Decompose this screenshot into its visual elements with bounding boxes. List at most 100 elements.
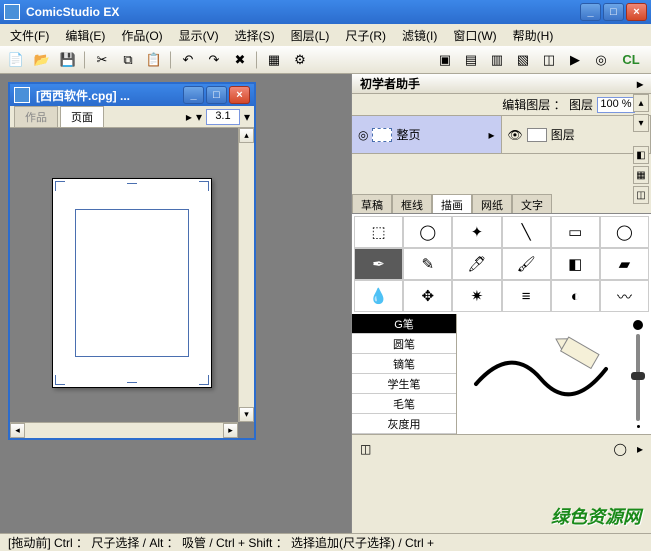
side-action3-icon[interactable]: ◫ <box>633 186 649 204</box>
page-canvas[interactable] <box>52 178 212 388</box>
menu-ruler[interactable]: 尺子(R) <box>339 25 392 46</box>
menu-help[interactable]: 帮助(H) <box>507 25 560 46</box>
move-tool-icon[interactable]: ✥ <box>403 280 452 312</box>
wand-tool-icon[interactable]: ✦ <box>452 216 501 248</box>
tool-grid: ⬚ ◯ ✦ ╲ ▭ ◯ ✒ ✎ 🖊 🖌 ◧ ▰ 💧 ✥ ✷ ≡ ◐ <box>352 214 651 314</box>
lasso-tool-icon[interactable]: ◯ <box>403 216 452 248</box>
palette5-icon[interactable]: ◫ <box>539 50 559 70</box>
palette6-icon[interactable]: ▶ <box>565 50 585 70</box>
page-nav-icon[interactable]: ▸ <box>186 110 192 124</box>
opacity-input[interactable]: 100 % <box>597 97 635 113</box>
burst-tool-icon[interactable]: ✷ <box>452 280 501 312</box>
expand-down-icon[interactable]: ▾ <box>633 114 649 132</box>
tab-tone[interactable]: 网纸 <box>472 194 512 213</box>
brush-tool-icon[interactable]: 🖌 <box>502 248 551 280</box>
save-icon[interactable]: 💾 <box>58 50 78 70</box>
eraser-tool-icon[interactable]: ◧ <box>551 248 600 280</box>
scroll-left-icon[interactable]: ◂ <box>10 423 25 438</box>
vertical-scrollbar[interactable]: ▴ ▾ <box>238 128 254 422</box>
prefs-icon[interactable]: ⚙ <box>290 50 310 70</box>
visibility-icon[interactable]: 👁 <box>508 128 523 142</box>
tab-frame[interactable]: 框线 <box>392 194 432 213</box>
tab-draw[interactable]: 描画 <box>432 194 472 213</box>
menu-work[interactable]: 作品(O) <box>115 25 168 46</box>
scroll-up-icon[interactable]: ▴ <box>239 128 254 143</box>
new-icon[interactable]: 📄 <box>6 50 26 70</box>
gradient-tool-icon[interactable]: ◐ <box>551 280 600 312</box>
menu-view[interactable]: 显示(V) <box>173 25 225 46</box>
marker-tool-icon[interactable]: 🖊 <box>452 248 501 280</box>
canvas-area[interactable]: ◂ ▸ ▴ ▾ <box>10 128 254 438</box>
palette1-icon[interactable]: ▣ <box>435 50 455 70</box>
brush-school[interactable]: 学生笔 <box>352 374 456 394</box>
brush-g-pen[interactable]: G笔 <box>352 314 456 334</box>
size-slider[interactable] <box>625 314 651 434</box>
menu-edit[interactable]: 编辑(E) <box>59 25 111 46</box>
close-button[interactable]: × <box>626 3 647 21</box>
paste-icon[interactable]: 📋 <box>144 50 164 70</box>
palette4-icon[interactable]: ▧ <box>513 50 533 70</box>
nav-whole-page[interactable]: ◎ 整页 ▸ <box>352 116 502 153</box>
menu-layer[interactable]: 图层(L) <box>285 25 336 46</box>
chevron-right-icon[interactable]: ▸ <box>488 128 494 142</box>
maximize-button[interactable]: □ <box>603 3 624 21</box>
separator <box>256 51 258 69</box>
fill-tool-icon[interactable]: ▰ <box>600 248 649 280</box>
brand-icon[interactable]: CL <box>617 50 645 70</box>
redo-icon[interactable]: ↷ <box>204 50 224 70</box>
pencil-tool-icon[interactable]: ✎ <box>403 248 452 280</box>
open-icon[interactable]: 📂 <box>32 50 52 70</box>
marquee-tool-icon[interactable]: ⬚ <box>354 216 403 248</box>
lines-tool-icon[interactable]: ≡ <box>502 280 551 312</box>
app-title: ComicStudio EX <box>26 5 580 19</box>
smudge-tool-icon[interactable]: 〰 <box>600 280 649 312</box>
rect-tool-icon[interactable]: ▭ <box>551 216 600 248</box>
scroll-right-icon[interactable]: ▸ <box>223 423 238 438</box>
tab-page[interactable]: 页面 <box>60 106 104 127</box>
delete-icon[interactable]: ✖ <box>230 50 250 70</box>
swatch-icon[interactable]: ◫ <box>360 442 371 456</box>
layer-label: 编辑图层 ： 图层 <box>502 96 593 113</box>
copy-icon[interactable]: ⧉ <box>118 50 138 70</box>
doc-maximize-button[interactable]: □ <box>206 86 227 104</box>
zoom-dropdown-icon[interactable]: ▾ <box>244 110 250 124</box>
brush-gray[interactable]: 灰度用 <box>352 414 456 434</box>
slider-thumb[interactable] <box>631 372 645 380</box>
pen-tool-icon[interactable]: ✒ <box>354 248 403 280</box>
palette3-icon[interactable]: ▥ <box>487 50 507 70</box>
menu-select[interactable]: 选择(S) <box>229 25 281 46</box>
menu-file[interactable]: 文件(F) <box>4 25 55 46</box>
ellipse-tool-icon[interactable]: ◯ <box>600 216 649 248</box>
chevron-right-icon[interactable]: ▸ <box>637 442 643 456</box>
brush-fude[interactable]: 毛笔 <box>352 394 456 414</box>
brush-kabura[interactable]: 镝笔 <box>352 354 456 374</box>
tab-work[interactable]: 作品 <box>14 106 58 127</box>
doc-minimize-button[interactable]: _ <box>183 86 204 104</box>
side-action1-icon[interactable]: ◧ <box>633 146 649 164</box>
minimize-button[interactable]: _ <box>580 3 601 21</box>
menu-filter[interactable]: 滤镜(I) <box>396 25 443 46</box>
tab-text[interactable]: 文字 <box>512 194 552 213</box>
undo-icon[interactable]: ↶ <box>178 50 198 70</box>
grid-icon[interactable]: ▦ <box>264 50 284 70</box>
cut-icon[interactable]: ✂ <box>92 50 112 70</box>
slider-track[interactable] <box>636 334 640 421</box>
scroll-down-icon[interactable]: ▾ <box>239 407 254 422</box>
nav-layer[interactable]: 👁 图层 <box>502 116 651 153</box>
brush-maru[interactable]: 圆笔 <box>352 334 456 354</box>
palette7-icon[interactable]: ◎ <box>591 50 611 70</box>
line-tool-icon[interactable]: ╲ <box>502 216 551 248</box>
horizontal-scrollbar[interactable]: ◂ ▸ <box>10 422 238 438</box>
circle-size-icon[interactable]: ◯ <box>614 442 627 456</box>
zoom-input[interactable]: 3.1 <box>206 109 240 125</box>
panel-options-icon[interactable]: ▸ <box>637 77 643 91</box>
page-options-icon[interactable]: ▾ <box>196 110 202 124</box>
expand-up-icon[interactable]: ▴ <box>633 94 649 112</box>
side-action2-icon[interactable]: ▦ <box>633 166 649 184</box>
palette2-icon[interactable]: ▤ <box>461 50 481 70</box>
doc-close-button[interactable]: × <box>229 86 250 104</box>
layer-thumbnail-icon <box>527 128 547 142</box>
menu-window[interactable]: 窗口(W) <box>447 25 502 46</box>
eyedropper-tool-icon[interactable]: 💧 <box>354 280 403 312</box>
tab-draft[interactable]: 草稿 <box>352 194 392 213</box>
